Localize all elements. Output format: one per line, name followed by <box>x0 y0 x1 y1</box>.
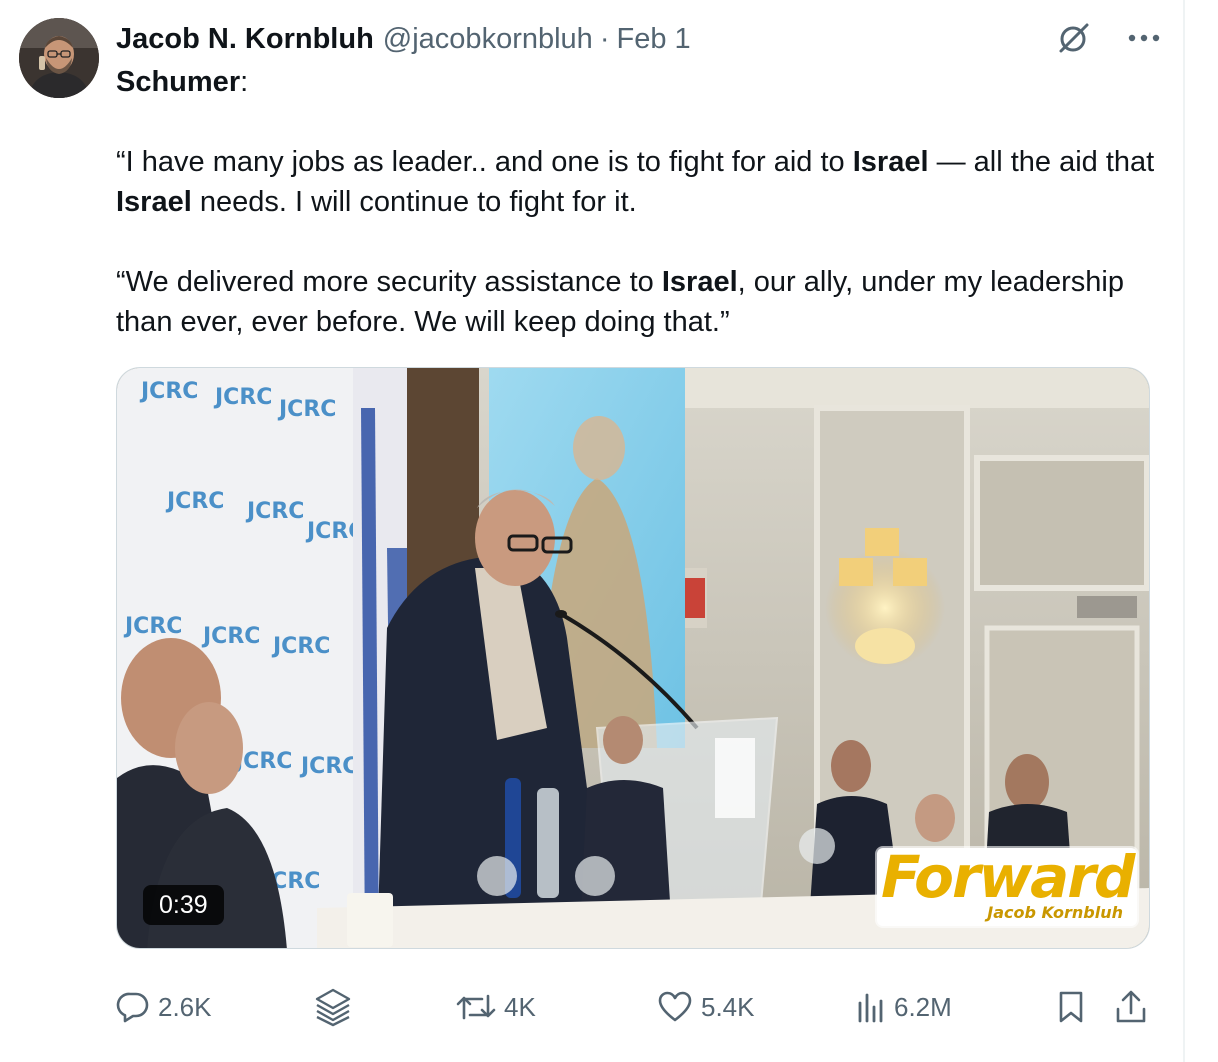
reply-icon <box>116 990 150 1024</box>
svg-text:JCRC: JCRC <box>213 385 272 410</box>
svg-text:JCRC: JCRC <box>299 754 358 779</box>
svg-text:JCRC: JCRC <box>271 634 330 659</box>
views-icon <box>856 991 886 1023</box>
quote-paragraph-1: “I have many jobs as leader.. and one is… <box>116 142 1166 222</box>
author-name[interactable]: Jacob N. Kornbluh <box>116 23 374 56</box>
bookmark-icon <box>1056 990 1086 1024</box>
quote-2-text-a: “We delivered more security assistance t… <box>116 266 662 298</box>
video-watermark: Forward Jacob Kornbluh <box>877 843 1137 926</box>
watermark-brand: Forward <box>881 843 1135 911</box>
quote-1-text-e: needs. I will continue to fight for it. <box>191 186 637 218</box>
quote-1-text-a: “I have many jobs as leader.. and one is… <box>116 146 853 178</box>
heart-icon <box>657 990 693 1024</box>
bookmark-button[interactable] <box>1056 985 1086 1029</box>
svg-text:JCRC: JCRC <box>165 489 224 514</box>
repost-icon <box>456 990 496 1024</box>
video-player[interactable]: JCRC JCRC JCRC JCRC JCRC JCRC JCRC JCRC … <box>116 367 1150 949</box>
watermark-byline: Jacob Kornbluh <box>987 903 1123 922</box>
layers-icon <box>314 987 352 1027</box>
reply-button[interactable]: 2.6K <box>116 985 212 1029</box>
post-actions: 2.6K 4K 5.4K 6.2M <box>116 985 1156 1029</box>
lead-colon: : <box>240 66 249 98</box>
quote-1-text-c: — all the aid that <box>928 146 1155 178</box>
author-avatar[interactable] <box>19 18 99 98</box>
header-separator: · <box>599 22 610 55</box>
svg-text:JCRC: JCRC <box>139 379 198 404</box>
lead-name: Schumer <box>116 66 241 98</box>
video-duration: 0:39 <box>143 885 224 925</box>
author-handle[interactable]: @jacobkornbluh <box>383 23 593 56</box>
share-button[interactable] <box>1114 985 1148 1029</box>
post-header: Jacob N. Kornbluh @jacobkornbluh · Feb 1 <box>116 20 691 58</box>
svg-text:JCRC: JCRC <box>245 499 304 524</box>
quote-1-israel-2: Israel <box>116 186 192 218</box>
post-lead: Schumer: <box>116 62 1166 102</box>
like-count: 5.4K <box>701 991 755 1022</box>
repost-count: 4K <box>504 991 536 1022</box>
more-icon[interactable] <box>1120 18 1168 58</box>
share-icon <box>1114 989 1148 1025</box>
column-divider <box>1183 0 1185 1062</box>
avatar-photo <box>19 18 99 98</box>
like-button[interactable]: 5.4K <box>657 985 755 1029</box>
views-count: 6.2M <box>894 991 952 1022</box>
post-text: Schumer: “I have many jobs as leader.. a… <box>116 62 1166 342</box>
header-actions <box>1050 18 1168 58</box>
svg-text:JCRC: JCRC <box>201 624 260 649</box>
quote-1-israel-1: Israel <box>852 146 929 178</box>
repost-button[interactable]: 4K <box>456 985 536 1029</box>
svg-text:JCRC: JCRC <box>277 397 336 422</box>
post-date[interactable]: Feb 1 <box>616 23 690 56</box>
quote-2-israel: Israel <box>661 266 738 298</box>
grok-icon[interactable] <box>1050 18 1098 58</box>
stack-button[interactable] <box>314 985 352 1029</box>
svg-text:JCRC: JCRC <box>123 614 182 639</box>
views-button[interactable]: 6.2M <box>856 985 952 1029</box>
reply-count: 2.6K <box>158 991 212 1022</box>
quote-paragraph-2: “We delivered more security assistance t… <box>116 262 1166 342</box>
